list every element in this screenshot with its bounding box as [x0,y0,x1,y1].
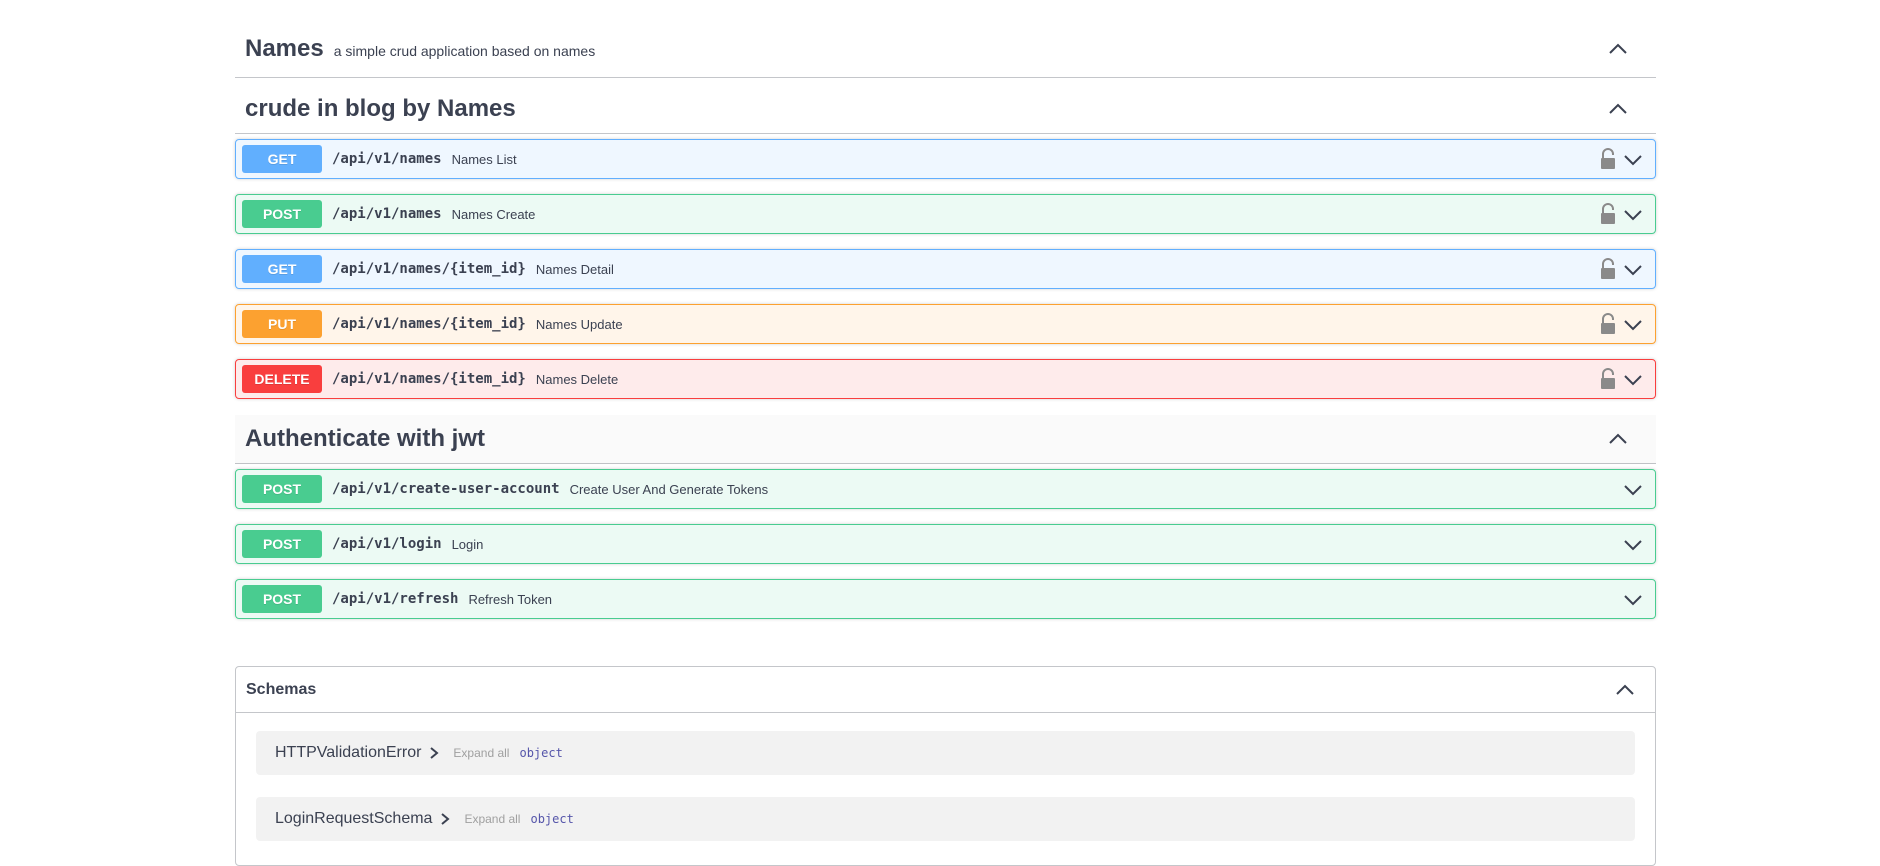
tag-title: crude in blog by Names [245,94,516,122]
chevron-down-icon[interactable] [1623,262,1643,278]
chevron-up-icon[interactable] [1615,680,1635,700]
api-description: a simple crud application based on names [333,42,596,59]
chevron-down-icon[interactable] [1623,372,1643,388]
operation-summary: Refresh Token [468,591,553,607]
expand-all-link[interactable]: Expand all [464,812,520,826]
model-name: LoginRequestSchema [275,810,433,827]
operation-put-names-update[interactable]: PUT /api/v1/names/{item_id} Names Update [235,304,1656,344]
schemas-header[interactable]: Schemas [236,667,1655,713]
schemas-section: Schemas HTTPValidationError Expand all o… [235,666,1656,866]
lock-icon[interactable] [1599,313,1617,335]
tag-section-authenticate[interactable]: Authenticate with jwt [235,415,1656,464]
chevron-down-icon[interactable] [1623,592,1643,608]
lock-icon[interactable] [1599,148,1617,170]
operation-post-login[interactable]: POST /api/v1/login Login [235,524,1656,564]
schemas-title: Schemas [246,680,317,698]
tag-section-names[interactable]: crude in blog by Names [235,84,1656,134]
method-badge: POST [242,585,322,613]
chevron-down-icon[interactable] [1623,537,1643,553]
model-type: object [530,812,574,826]
chevron-down-icon[interactable] [1623,152,1643,168]
lock-icon[interactable] [1599,258,1617,280]
model-httpvalidationerror[interactable]: HTTPValidationError Expand all object [256,731,1635,775]
chevron-down-icon[interactable] [1623,317,1643,333]
operation-post-names-create[interactable]: POST /api/v1/names Names Create [235,194,1656,234]
operation-path: /api/v1/names/{item_id} [332,261,526,277]
operation-path: /api/v1/names [332,151,442,167]
operation-get-names-list[interactable]: GET /api/v1/names Names List [235,139,1656,179]
operation-path: /api/v1/names [332,206,442,222]
chevron-right-icon[interactable] [440,813,450,825]
operation-summary: Names Detail [535,261,614,277]
chevron-up-icon[interactable] [1608,39,1628,59]
chevron-right-icon[interactable] [429,747,439,759]
method-badge: POST [242,530,322,558]
operation-path: /api/v1/refresh [332,591,459,607]
operation-path: /api/v1/login [332,536,442,552]
operation-post-create-user-account[interactable]: POST /api/v1/create-user-account Create … [235,469,1656,509]
operation-summary: Create User And Generate Tokens [569,481,769,497]
chevron-down-icon[interactable] [1623,482,1643,498]
api-info-header[interactable]: Names a simple crud application based on… [235,20,1656,78]
api-title: Names [245,34,324,62]
operation-summary: Login [451,536,484,552]
operation-summary: Names Create [451,206,536,222]
method-badge: DELETE [242,365,322,393]
chevron-up-icon[interactable] [1608,429,1628,449]
tag-title: Authenticate with jwt [245,425,485,452]
operation-delete-names[interactable]: DELETE /api/v1/names/{item_id} Names Del… [235,359,1656,399]
lock-icon[interactable] [1599,368,1617,390]
operation-path: /api/v1/names/{item_id} [332,316,526,332]
operation-summary: Names Update [535,316,623,332]
operation-post-refresh[interactable]: POST /api/v1/refresh Refresh Token [235,579,1656,619]
method-badge: PUT [242,310,322,338]
method-badge: POST [242,475,322,503]
operation-get-names-detail[interactable]: GET /api/v1/names/{item_id} Names Detail [235,249,1656,289]
operation-path: /api/v1/names/{item_id} [332,371,526,387]
chevron-up-icon[interactable] [1608,99,1628,119]
operation-summary: Names Delete [535,371,619,387]
operation-path: /api/v1/create-user-account [332,481,560,497]
expand-all-link[interactable]: Expand all [453,746,509,760]
model-type: object [519,746,563,760]
method-badge: POST [242,200,322,228]
model-name: HTTPValidationError [275,744,422,761]
lock-icon[interactable] [1599,203,1617,225]
method-badge: GET [242,255,322,283]
model-loginrequestschema[interactable]: LoginRequestSchema Expand all object [256,797,1635,841]
operation-summary: Names List [451,151,517,167]
method-badge: GET [242,145,322,173]
chevron-down-icon[interactable] [1623,207,1643,223]
